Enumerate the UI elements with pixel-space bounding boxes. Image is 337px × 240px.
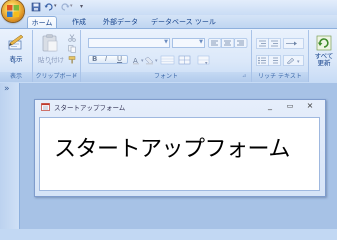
save-icon[interactable] (31, 2, 41, 12)
undo-icon[interactable] (44, 2, 54, 12)
rich-text-group-label: リッチ テキスト (252, 72, 308, 82)
fill-color-icon (144, 56, 154, 65)
bold-icon[interactable]: B (92, 55, 97, 63)
font-name-combobox[interactable] (88, 38, 170, 48)
view-button-label[interactable]: 表示 (5, 53, 27, 63)
tab-database-tools[interactable]: データベース ツール (146, 16, 221, 28)
svg-text:▾: ▾ (155, 58, 158, 64)
close-icon[interactable]: × (305, 101, 315, 111)
form-icon (41, 103, 50, 111)
redo-icon[interactable] (60, 2, 70, 12)
color-buttons: A ▾ ▾ (133, 55, 175, 65)
gridline-buttons: ▾ (178, 55, 210, 65)
list-buttons: ▾ (256, 55, 304, 66)
font-color-dropdown-icon: ▾ (141, 58, 144, 64)
format-painter-icon[interactable] (68, 56, 76, 64)
font-group-label: フォント (81, 72, 251, 82)
redo-dropdown-icon[interactable]: ▾ (70, 3, 73, 9)
cut-icon[interactable] (68, 34, 76, 42)
tab-external-data[interactable]: 外部データ (98, 16, 143, 28)
underline-icon[interactable]: U (117, 55, 122, 63)
alignment-buttons (208, 38, 248, 48)
form-title: スタートアップフォーム (54, 104, 126, 112)
design-view-icon[interactable] (7, 33, 25, 51)
font-size-dropdown-icon[interactable]: ▼ (197, 38, 205, 46)
list-indent-buttons (256, 38, 304, 49)
tab-create[interactable]: 作成 (67, 16, 91, 28)
font-name-dropdown-icon[interactable]: ▼ (162, 38, 170, 46)
refresh-all-icon[interactable] (316, 35, 332, 51)
customize-icon[interactable]: ▾ (80, 3, 83, 10)
dialog-launcher-icon[interactable]: ⊿ (72, 73, 76, 79)
navigation-pane-collapsed[interactable] (0, 83, 20, 229)
font-dialog-launcher-icon[interactable]: ⊿ (242, 73, 246, 79)
office-orb-icon (7, 5, 19, 17)
views-group-label: 表示 (0, 72, 32, 82)
view-dropdown-icon[interactable]: ▾ (13, 60, 16, 66)
expand-nav-pane-icon[interactable]: » (4, 84, 10, 94)
form-label: スタートアップフォーム (54, 137, 290, 162)
restore-icon[interactable]: ▭ (285, 101, 295, 111)
undo-dropdown-icon[interactable]: ▾ (54, 3, 57, 9)
minimize-icon[interactable]: _ (265, 101, 275, 111)
italic-icon[interactable]: I (105, 55, 107, 63)
alt-row-color-icon (160, 55, 175, 65)
paste-dropdown-icon[interactable]: ▾ (49, 61, 52, 67)
paste-icon[interactable] (40, 33, 60, 53)
refresh-all-label[interactable]: すべて 更新 (309, 53, 337, 67)
copy-icon[interactable] (68, 45, 76, 53)
office-button[interactable] (2, 0, 24, 22)
